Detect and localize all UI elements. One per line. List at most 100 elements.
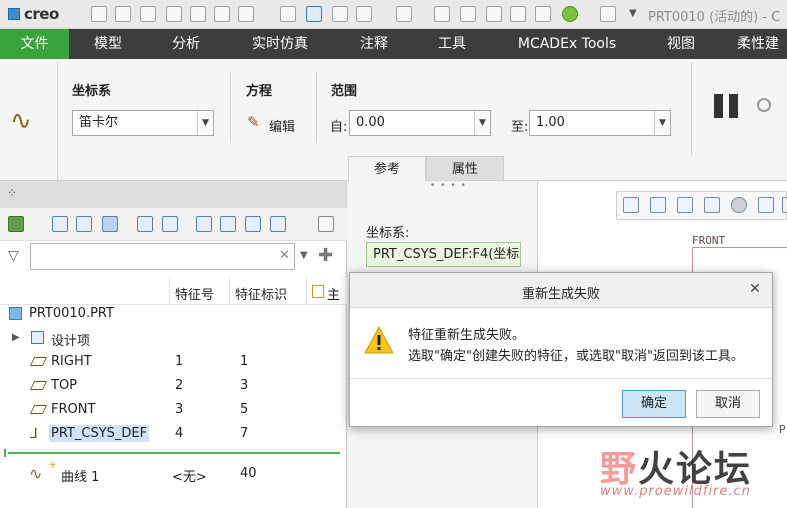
- column-feature-id[interactable]: 特征标识: [235, 284, 287, 303]
- datum-plane-icon: [29, 405, 48, 414]
- front-plane-label: FRONT: [692, 234, 726, 247]
- pencil-icon[interactable]: ✎: [247, 113, 260, 131]
- tree-item-label: PRT_CSYS_DEF: [49, 425, 150, 442]
- curve-icon: ∿: [29, 464, 43, 483]
- undo-icon[interactable]: [356, 6, 372, 22]
- stop-icon[interactable]: [757, 98, 771, 112]
- tree-row-top[interactable]: TOP 2 3: [0, 375, 347, 399]
- tab-view[interactable]: 视图: [651, 29, 711, 59]
- coord-system-reference-field[interactable]: PRT_CSYS_DEF:F4(坐标系: [366, 242, 521, 267]
- save-as-icon[interactable]: [166, 6, 182, 22]
- insert-here-line[interactable]: [8, 452, 340, 454]
- tree-table-icon[interactable]: [162, 216, 178, 232]
- cancel-button[interactable]: 取消: [696, 390, 760, 418]
- tab-flexible-modeling[interactable]: 柔性建: [737, 29, 787, 59]
- datum-plane-icon: [29, 381, 48, 390]
- tab-file[interactable]: 文件: [0, 29, 69, 59]
- ribbon-divider: [691, 62, 692, 156]
- clear-search-icon[interactable]: ✕: [279, 248, 290, 263]
- tree-expand-icon[interactable]: [245, 216, 261, 232]
- funnel-icon[interactable]: ▽: [8, 248, 19, 264]
- warning-icon: [364, 326, 394, 354]
- tree-row-right[interactable]: RIGHT 1 1: [0, 351, 347, 375]
- checkmark-icon[interactable]: [306, 6, 322, 22]
- panel-grip-icon[interactable]: • • • •: [430, 181, 467, 191]
- windows-icon[interactable]: [238, 6, 254, 22]
- failed-feature-icon: ✳: [49, 461, 57, 471]
- expand-arrow-icon[interactable]: ▶: [12, 332, 20, 343]
- open-file-icon[interactable]: [115, 6, 131, 22]
- close-icon[interactable]: ✕: [749, 281, 761, 297]
- tab-annotate[interactable]: 注释: [344, 29, 404, 59]
- chevron-down-icon[interactable]: ▼: [654, 111, 670, 135]
- tab-mcadex-tools[interactable]: MCADEx Tools: [508, 29, 626, 59]
- feature-number: <无>: [172, 470, 207, 485]
- coord-system-title: 坐标系: [72, 84, 112, 99]
- tree-row-csys[interactable]: ⅃ PRT_CSYS_DEF 4 7: [0, 423, 347, 447]
- tab-reference[interactable]: 参考: [348, 156, 426, 181]
- saved-views-icon[interactable]: [758, 197, 774, 213]
- tree-show-icon[interactable]: [270, 216, 286, 232]
- status-green-icon[interactable]: [562, 6, 578, 22]
- save-icon[interactable]: [140, 6, 156, 22]
- tab-properties[interactable]: 属性: [426, 156, 504, 181]
- zoom-out-icon[interactable]: [677, 197, 693, 213]
- column-feature-number[interactable]: 特征号: [175, 284, 214, 303]
- regenerate-icon[interactable]: [214, 6, 230, 22]
- model-tree-search-input[interactable]: [30, 243, 295, 270]
- dialog-title: 重新生成失败: [521, 287, 600, 302]
- tree-properties-icon[interactable]: [196, 216, 212, 232]
- tab-live-simulation[interactable]: 实时仿真: [244, 29, 316, 59]
- window-icon[interactable]: [600, 6, 616, 22]
- add-filter-icon[interactable]: ✚: [318, 245, 333, 266]
- copy-icon[interactable]: [190, 6, 206, 22]
- column-extra[interactable]: 主: [327, 284, 340, 303]
- feature-id: 5: [240, 402, 249, 417]
- view-icon[interactable]: [510, 6, 526, 22]
- ribbon-divider: [230, 72, 231, 142]
- repaint-icon[interactable]: [704, 197, 720, 213]
- tab-analysis[interactable]: 分析: [156, 29, 216, 59]
- tree-row-curve[interactable]: ∿ ✳ 曲线 1 <无> 40: [0, 461, 347, 487]
- new-file-icon[interactable]: [91, 6, 107, 22]
- tree-row-front[interactable]: FRONT 3 5: [0, 399, 347, 423]
- redo-icon[interactable]: [396, 6, 412, 22]
- zoom-in-icon[interactable]: [650, 197, 666, 213]
- tree-list-icon[interactable]: [52, 216, 68, 232]
- equation-title: 方程: [246, 84, 273, 99]
- zoom-icon[interactable]: [434, 6, 450, 22]
- edit-icon[interactable]: [280, 6, 296, 22]
- appearance-icon[interactable]: [535, 6, 551, 22]
- edit-equation-button[interactable]: 编辑: [269, 116, 295, 135]
- pause-button[interactable]: [714, 94, 740, 118]
- coord-system-dropdown[interactable]: 笛卡尔 ▼: [72, 110, 214, 136]
- chevron-down-icon[interactable]: ▼: [474, 111, 490, 135]
- tab-tools[interactable]: 工具: [422, 29, 482, 59]
- view-manager-icon[interactable]: [782, 197, 787, 213]
- tree-columns-icon[interactable]: [76, 216, 92, 232]
- tree-layers-icon[interactable]: [220, 216, 236, 232]
- tree-settings-icon[interactable]: ⁘: [7, 186, 17, 200]
- display-style-icon[interactable]: [731, 197, 747, 213]
- from-label: 自:: [330, 120, 348, 135]
- chevron-down-icon[interactable]: ▼: [300, 250, 308, 261]
- tree-filter-icon[interactable]: [137, 216, 153, 232]
- to-value: 1.00: [536, 115, 565, 130]
- chevron-down-icon[interactable]: ▼: [197, 111, 213, 135]
- quick-access-dropdown-icon[interactable]: ▼: [629, 8, 637, 19]
- layer-icon[interactable]: [8, 216, 24, 232]
- tree-root-row[interactable]: PRT0010.PRT: [0, 303, 347, 327]
- repaint-icon[interactable]: [486, 6, 502, 22]
- tab-model[interactable]: 模型: [78, 29, 138, 59]
- tree-notes-icon[interactable]: [318, 216, 334, 232]
- search-icon[interactable]: [460, 6, 476, 22]
- ok-button[interactable]: 确定: [622, 390, 686, 418]
- tree-filter-view-icon[interactable]: [102, 216, 118, 232]
- to-value-field[interactable]: 1.00 ▼: [529, 110, 671, 136]
- from-value-field[interactable]: 0.00 ▼: [349, 110, 491, 136]
- close-x-icon[interactable]: [332, 6, 348, 22]
- tree-row-design-items[interactable]: ▶ 设计项: [0, 327, 347, 351]
- model-tree-column-header: [0, 278, 347, 305]
- refit-icon[interactable]: [623, 197, 639, 213]
- dialog-message-line1: 特征重新生成失败。: [408, 328, 526, 343]
